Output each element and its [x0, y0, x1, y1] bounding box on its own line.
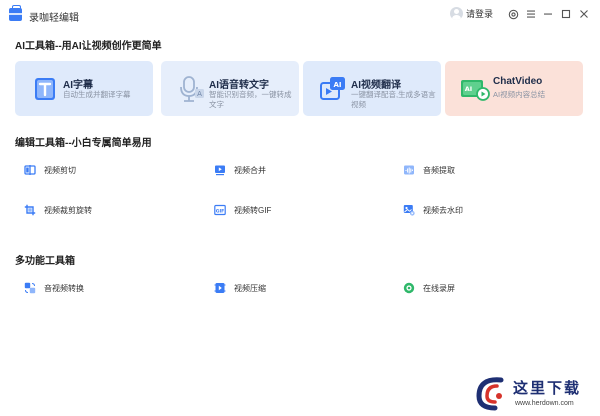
watermark-logo-icon: [476, 377, 504, 411]
svg-text:AI: AI: [333, 81, 341, 89]
svg-text:A: A: [197, 90, 202, 98]
tool-label: 在线录屏: [423, 283, 455, 293]
chatvideo-icon: AI: [461, 80, 490, 101]
subtitle-icon: [35, 78, 55, 100]
tool-video-merge[interactable]: 视频合并: [214, 160, 266, 180]
menu-icon: [527, 10, 535, 18]
video-merge-icon: [215, 165, 225, 176]
title-bar: 录咖轻编辑 请登录: [0, 0, 600, 30]
tool-label: 视频压缩: [234, 283, 266, 293]
menu-button[interactable]: [524, 7, 538, 21]
svg-text:GIF: GIF: [216, 209, 225, 215]
ai-card-desc: 一键翻译配音,生成多语言视频: [351, 90, 436, 109]
convert-icon: [24, 282, 36, 294]
tool-crop-rotate[interactable]: 视频裁剪旋转: [24, 200, 92, 220]
video-cut-icon: [24, 165, 36, 175]
gif-icon: GIF: [214, 204, 226, 216]
audio-extract-icon: [404, 165, 414, 175]
app-logo-icon: [9, 5, 22, 21]
maximize-button[interactable]: [559, 7, 573, 21]
ai-card-title: AI语音转文字: [209, 80, 269, 91]
maximize-icon: [561, 9, 571, 19]
close-icon: [580, 10, 588, 18]
tool-av-convert[interactable]: 音视频转换: [24, 278, 84, 298]
tool-remove-watermark[interactable]: 视频去水印: [403, 200, 463, 220]
compress-icon: [214, 283, 226, 293]
remove-watermark-icon: [403, 205, 415, 216]
tool-screen-record[interactable]: 在线录屏: [403, 278, 455, 298]
ai-card-title: ChatVideo: [493, 76, 543, 87]
ai-card-desc: 自动生成并翻译字幕: [63, 90, 131, 99]
ai-card-subtitle[interactable]: AI字幕 自动生成并翻译字幕: [15, 61, 153, 116]
login-button[interactable]: 请登录: [450, 7, 493, 20]
section-title-multi: 多功能工具箱: [15, 256, 75, 267]
tool-label: 视频合并: [234, 165, 266, 175]
watermark: 这里下载 www.herdown.com: [471, 372, 600, 416]
gear-icon: [508, 9, 518, 19]
tool-video-compress[interactable]: 视频压缩: [214, 278, 266, 298]
minimize-icon: [544, 13, 552, 15]
ai-card-voice-to-text[interactable]: A AI语音转文字 智能识别音频，一键转成文字: [161, 61, 299, 116]
ai-card-chatvideo[interactable]: AI ChatVideo AI视频内容总结: [445, 61, 583, 116]
settings-button[interactable]: [506, 7, 520, 21]
close-button[interactable]: [577, 7, 591, 21]
login-label: 请登录: [466, 9, 494, 19]
screen-record-icon: [403, 282, 415, 294]
crop-rotate-icon: [24, 204, 36, 216]
voice-to-text-icon: A: [180, 76, 204, 102]
svg-text:AI: AI: [465, 85, 472, 93]
section-title-ai: AI工具箱--用AI让视频创作更简单: [15, 41, 162, 52]
tool-label: 视频转GIF: [234, 205, 272, 215]
ai-card-title: AI视频翻译: [351, 80, 401, 91]
ai-card-desc: AI视频内容总结: [493, 90, 546, 99]
tool-label: 视频剪切: [44, 165, 76, 175]
ai-card-video-translate[interactable]: AI AI视频翻译 一键翻译配音,生成多语言视频: [303, 61, 441, 116]
tool-label: 音频提取: [423, 165, 455, 175]
app-title: 录咖轻编辑: [29, 13, 79, 24]
tool-label: 音视频转换: [44, 283, 84, 293]
ai-card-title: AI字幕: [63, 80, 93, 91]
watermark-url: www.herdown.com: [515, 400, 574, 407]
tool-audio-extract[interactable]: 音频提取: [403, 160, 455, 180]
tool-video-cut[interactable]: 视频剪切: [24, 160, 76, 180]
minimize-button[interactable]: [541, 7, 555, 21]
tool-label: 视频裁剪旋转: [44, 205, 92, 215]
ai-card-desc: 智能识别音频，一键转成文字: [209, 90, 292, 109]
tool-video-to-gif[interactable]: GIF 视频转GIF: [214, 200, 271, 220]
watermark-text: 这里下载: [513, 379, 582, 397]
video-translate-icon: AI: [320, 77, 345, 100]
avatar-icon: [450, 7, 463, 20]
section-title-edit: 编辑工具箱--小白专属简单易用: [15, 138, 152, 149]
tool-label: 视频去水印: [423, 205, 463, 215]
